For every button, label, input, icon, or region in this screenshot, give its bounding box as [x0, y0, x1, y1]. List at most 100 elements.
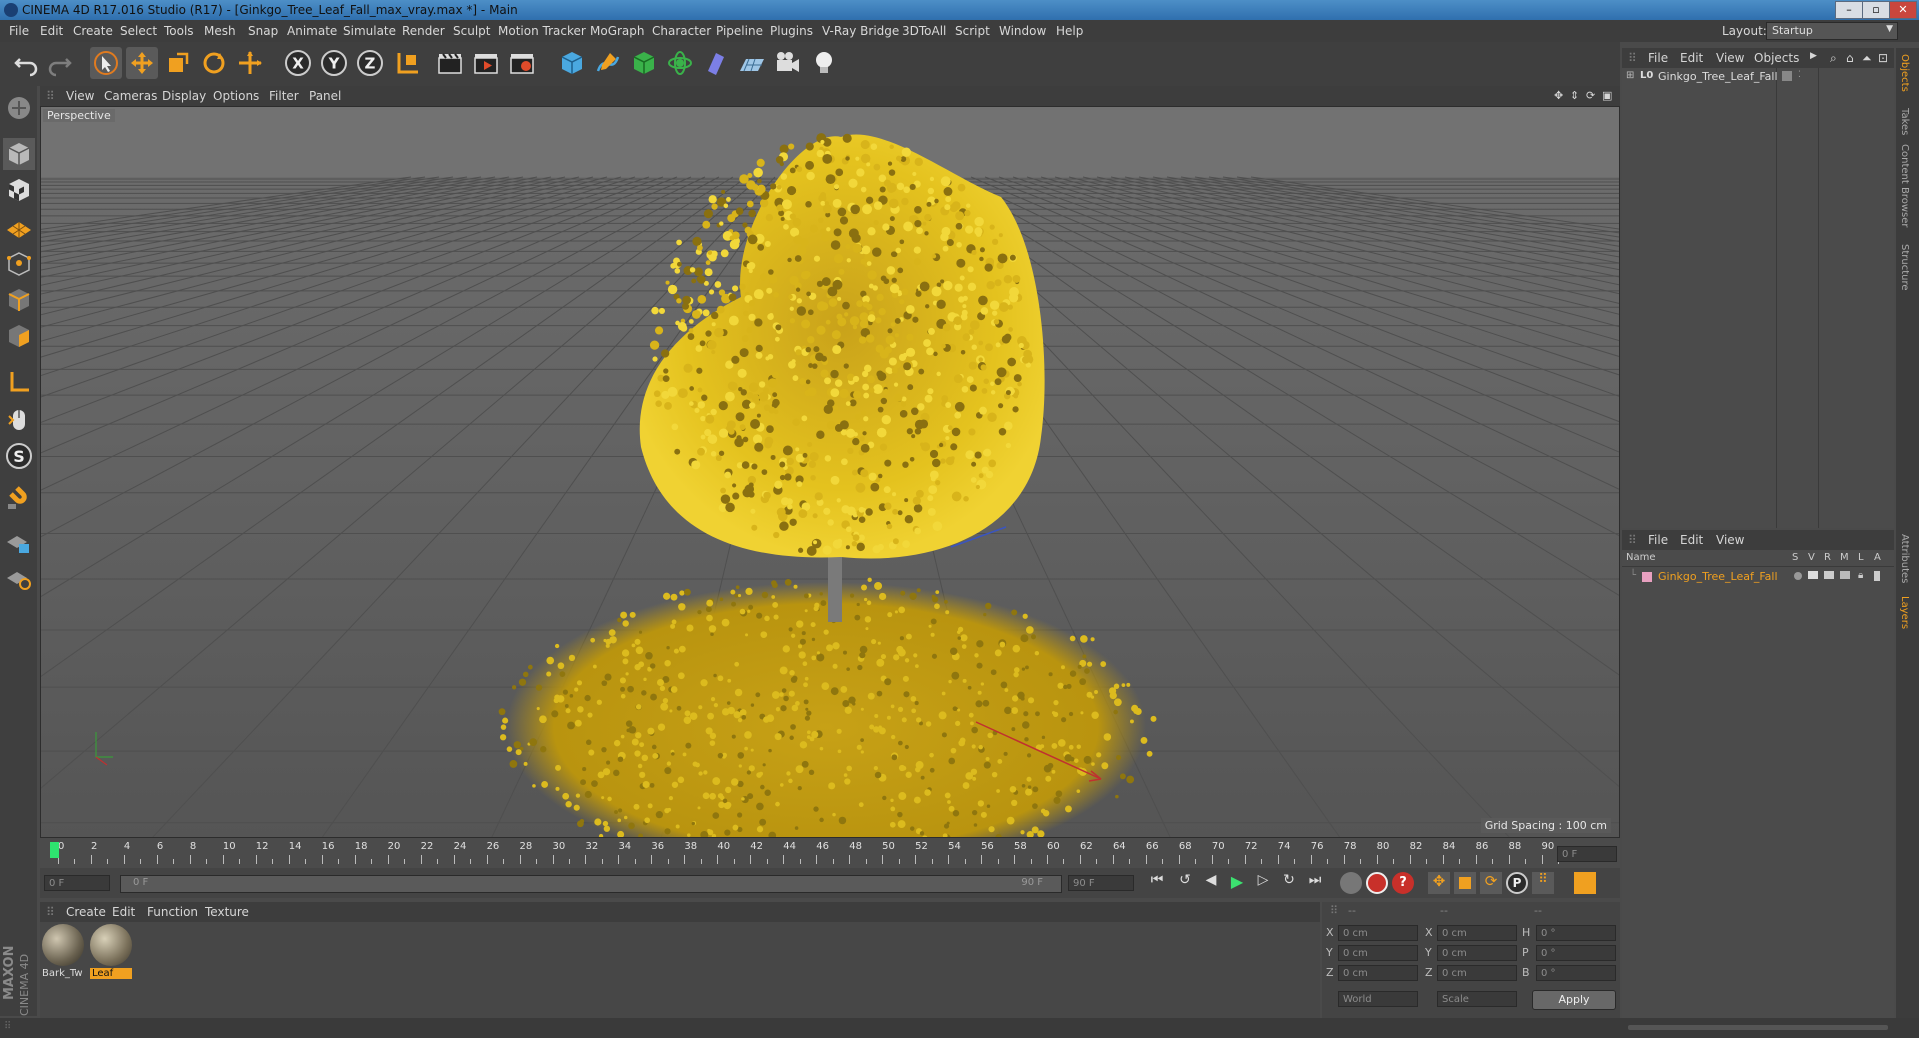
redo-button[interactable] — [44, 47, 76, 79]
axis-mode-button[interactable] — [3, 366, 35, 398]
polygons-mode-button[interactable] — [3, 320, 35, 352]
perspective-viewport[interactable]: Perspective Grid Spacing : 100 cm — [40, 106, 1620, 838]
tab-attributes[interactable]: Attributes — [1899, 534, 1910, 583]
menu-mesh[interactable]: Mesh — [204, 24, 236, 38]
manager-column-header[interactable]: M — [1840, 552, 1849, 563]
viewport-menu-filter[interactable]: Filter — [269, 89, 299, 103]
view-column-header[interactable]: V — [1808, 552, 1815, 563]
rot-p-field[interactable]: 0 ° — [1536, 945, 1616, 961]
lock-y-axis-button[interactable]: Y — [318, 47, 350, 79]
material-menu-create[interactable]: Create — [66, 905, 106, 919]
add-spline-pen-button[interactable] — [592, 47, 624, 79]
key-scale-button[interactable] — [1454, 872, 1476, 894]
layers-menu-view[interactable]: View — [1716, 533, 1744, 547]
object-row[interactable]: ⊞ L0 Ginkgo_Tree_Leaf_Fall ⁚ — [1622, 70, 1894, 86]
menu-select[interactable]: Select — [120, 24, 157, 38]
manager-list-icon[interactable] — [1840, 571, 1850, 579]
menu-motion-tracker[interactable]: Motion Tracker — [498, 24, 586, 38]
material-menu-texture[interactable]: Texture — [205, 905, 249, 919]
menu-file[interactable]: File — [9, 24, 29, 38]
camera-label[interactable]: Perspective — [43, 109, 115, 122]
render-clapboard-icon[interactable] — [1824, 571, 1834, 579]
eye-icon[interactable] — [1808, 571, 1818, 579]
menu-pipeline[interactable]: Pipeline — [716, 24, 763, 38]
rotate-tool-button[interactable] — [198, 47, 230, 79]
drag-handle-icon[interactable]: ⠿ — [46, 905, 55, 919]
previous-key-button[interactable]: ↺ — [1174, 872, 1196, 894]
menu-create[interactable]: Create — [73, 24, 113, 38]
objects-menu-view[interactable]: View — [1716, 51, 1744, 65]
move-tool-button[interactable] — [126, 47, 158, 79]
menu-script[interactable]: Script — [955, 24, 990, 38]
animation-film-icon[interactable] — [1874, 571, 1880, 581]
key-parameter-button[interactable]: P — [1506, 872, 1528, 894]
edges-mode-button[interactable] — [3, 284, 35, 316]
play-button[interactable]: ▶ — [1226, 872, 1248, 894]
apply-button[interactable]: Apply — [1532, 990, 1616, 1010]
material-swatch[interactable]: Bark_Tw — [42, 924, 86, 982]
layer-row[interactable]: └ Ginkgo_Tree_Leaf_Fall 🔒︎ — [1622, 570, 1894, 586]
coordinate-system-button[interactable] — [392, 47, 424, 79]
pos-x-field[interactable]: 0 cm — [1338, 925, 1418, 941]
viewport-rotate-icon[interactable]: ⟳ — [1586, 89, 1595, 102]
search-icon[interactable]: ⌕ — [1830, 51, 1837, 66]
menu-window[interactable]: Window — [999, 24, 1046, 38]
material-menu-edit[interactable]: Edit — [112, 905, 135, 919]
timeline-ruler[interactable]: 0 2 4 6 8 10 12 14 16 18 20 22 24 26 28 30 32 34 36 38 40 42 4… — [40, 838, 1620, 868]
viewport-maximize-icon[interactable]: ▣ — [1602, 89, 1612, 102]
menu-animate[interactable]: Animate — [287, 24, 337, 38]
playhead-marker[interactable] — [50, 842, 59, 858]
layers-menu-edit[interactable]: Edit — [1680, 533, 1703, 547]
transform-tool-button[interactable] — [234, 47, 266, 79]
layer-name[interactable]: Ginkgo_Tree_Leaf_Fall — [1658, 570, 1778, 583]
tab-content-browser[interactable]: Content Browser — [1899, 144, 1910, 227]
next-key-button[interactable]: ↻ — [1278, 872, 1300, 894]
frame-range-slider[interactable]: 0 F 90 F — [120, 875, 1062, 893]
layout-dropdown[interactable]: Startup ▼ — [1766, 22, 1898, 40]
drag-handle-icon[interactable]: ⠿ — [1628, 533, 1637, 547]
rot-h-field[interactable]: 0 ° — [1536, 925, 1616, 941]
viewport-menu-display[interactable]: Display — [162, 89, 206, 103]
add-deformer-button[interactable] — [700, 47, 732, 79]
viewport-menu-options[interactable]: Options — [213, 89, 259, 103]
objects-menu-objects[interactable]: Objects — [1754, 51, 1799, 65]
expand-icon[interactable]: ⊞ — [1626, 70, 1634, 81]
objects-menu-edit[interactable]: Edit — [1680, 51, 1703, 65]
new-window-icon[interactable]: ⊡ — [1878, 51, 1888, 65]
make-editable-button[interactable] — [3, 92, 35, 124]
render-column-header[interactable]: R — [1824, 552, 1831, 563]
menu-plugins[interactable]: Plugins — [770, 24, 813, 38]
pos-y-field[interactable]: 0 cm — [1338, 945, 1418, 961]
tab-structure[interactable]: Structure — [1899, 244, 1910, 291]
viewport-menu-view[interactable]: View — [66, 89, 94, 103]
tab-layers[interactable]: Layers — [1899, 596, 1910, 629]
menu-character[interactable]: Character — [652, 24, 711, 38]
add-subdivision-button[interactable] — [628, 47, 660, 79]
pos-z-field[interactable]: 0 cm — [1338, 965, 1418, 981]
menu-more-icon[interactable]: ▶ — [1810, 51, 1817, 61]
key-position-button[interactable]: ✥ — [1428, 872, 1450, 894]
workplane-mode-button[interactable] — [3, 210, 35, 242]
layer-tag-icon[interactable] — [1782, 71, 1792, 81]
horizontal-scrollbar[interactable] — [1628, 1025, 1888, 1030]
lock-x-axis-button[interactable]: X — [282, 47, 314, 79]
texture-mode-button[interactable] — [3, 174, 35, 206]
size-y-field[interactable]: 0 cm — [1437, 945, 1517, 961]
tab-objects[interactable]: Objects — [1899, 54, 1910, 92]
tweak-mode-button[interactable] — [3, 404, 35, 436]
menu-mograph[interactable]: MoGraph — [590, 24, 645, 38]
start-frame-field[interactable]: 0 F — [44, 875, 110, 891]
previous-frame-button[interactable]: ◀ — [1200, 872, 1222, 894]
key-pla-button[interactable]: ⠿ — [1532, 872, 1554, 894]
menu-render[interactable]: Render — [402, 24, 445, 38]
add-light-button[interactable] — [808, 47, 840, 79]
snap-button[interactable] — [3, 484, 35, 516]
coordinate-mode-dropdown[interactable]: World — [1338, 991, 1418, 1007]
drag-handle-icon[interactable]: ⠿ — [46, 89, 55, 103]
menu-tools[interactable]: Tools — [164, 24, 194, 38]
solo-column-header[interactable]: S — [1792, 552, 1798, 563]
add-camera-button[interactable] — [772, 47, 804, 79]
viewport-move-icon[interactable]: ✥ — [1554, 89, 1563, 102]
add-cube-button[interactable] — [556, 47, 588, 79]
layer-color-swatch[interactable] — [1642, 572, 1652, 582]
